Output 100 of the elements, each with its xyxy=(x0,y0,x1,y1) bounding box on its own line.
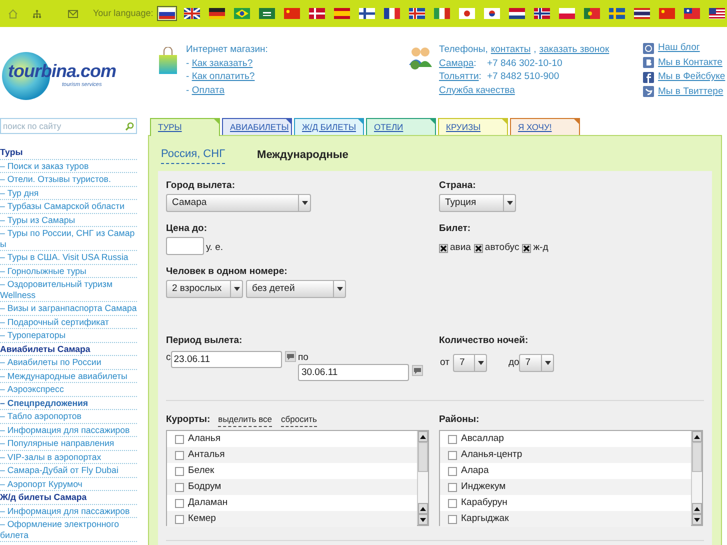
menu-link[interactable]: – Отели. Отзывы туристов. xyxy=(0,173,137,186)
city-link[interactable]: Тольятти xyxy=(439,70,479,84)
checkbox[interactable] xyxy=(175,434,184,444)
date-field[interactable]: 30.06.11 xyxy=(298,364,410,381)
menu-heading[interactable]: Ж/д билеты Самара xyxy=(0,491,137,504)
checkbox[interactable] xyxy=(448,450,457,460)
tab[interactable]: КРУИЗЫ xyxy=(438,118,508,135)
menu-link[interactable]: – Турбазы Самарской области xyxy=(0,200,137,214)
price-field[interactable] xyxy=(166,237,204,255)
scrollbar[interactable] xyxy=(691,431,702,525)
tab[interactable]: Я ХОЧУ! xyxy=(510,118,580,135)
flag-icon[interactable] xyxy=(207,6,227,21)
flag-icon[interactable] xyxy=(307,6,327,21)
flag-icon[interactable] xyxy=(632,6,652,21)
menu-heading[interactable]: Туры xyxy=(0,146,137,160)
subtab[interactable]: Россия, СНГ xyxy=(161,146,226,164)
up-arrow-icon[interactable] xyxy=(694,434,700,438)
checkbox[interactable] xyxy=(448,482,457,492)
checkbox[interactable] xyxy=(448,466,457,476)
dropdown[interactable]: Турция xyxy=(439,194,516,212)
checkbox[interactable] xyxy=(439,244,448,253)
menu-link[interactable]: – Горнолыжные туры xyxy=(0,264,137,278)
checkbox[interactable] xyxy=(474,244,483,253)
flag-icon[interactable] xyxy=(707,6,727,21)
down-arrow-icon[interactable] xyxy=(694,518,700,522)
select-all-link[interactable]: выделить все xyxy=(218,413,272,427)
menu-link[interactable]: – Аэроэкспресс xyxy=(0,383,137,396)
city-link[interactable]: Самара xyxy=(439,56,474,70)
tab[interactable]: АВИАБИЛЕТЫ xyxy=(222,118,292,135)
checkbox[interactable] xyxy=(175,514,184,524)
facebook-icon[interactable] xyxy=(643,72,654,83)
menu-link[interactable]: – Визы и загранпаспорта Самара xyxy=(0,302,137,316)
flag-icon[interactable] xyxy=(182,6,202,21)
dropdown[interactable]: 7 xyxy=(453,354,488,372)
social-link[interactable]: Мы в Контакте xyxy=(658,56,722,70)
mail-icon[interactable] xyxy=(68,10,78,18)
sitemap-icon[interactable] xyxy=(32,8,42,18)
dropdown[interactable]: без детей xyxy=(246,280,346,298)
menu-link[interactable]: – Информация для пассажиров xyxy=(0,424,137,437)
flag-icon[interactable] xyxy=(482,6,502,21)
contacts-link[interactable]: контакты xyxy=(490,43,531,57)
tab[interactable]: Ж/Д БИЛЕТЫ xyxy=(294,118,364,135)
flag-icon[interactable] xyxy=(232,6,252,21)
checkbox[interactable] xyxy=(175,466,184,476)
dropdown[interactable]: 2 взрослых xyxy=(166,280,243,298)
menu-link[interactable]: – Информация для пассажиров xyxy=(0,504,137,518)
menu-link[interactable]: – Популярные направления xyxy=(0,437,137,450)
flag-icon[interactable] xyxy=(157,6,177,21)
checkbox[interactable] xyxy=(448,514,457,524)
menu-link[interactable]: – Табло аэропортов xyxy=(0,410,137,424)
menu-link[interactable]: – Тур дня xyxy=(0,186,137,200)
dropdown[interactable]: Самара xyxy=(166,194,311,212)
up-arrow-icon[interactable] xyxy=(420,506,426,510)
date-field[interactable]: 23.06.11 xyxy=(170,351,282,368)
scrollbar[interactable] xyxy=(417,431,428,525)
vk-icon[interactable] xyxy=(643,57,654,68)
menu-link[interactable]: – Спецпредложения xyxy=(0,396,137,410)
checkbox[interactable] xyxy=(522,244,532,253)
search-icon[interactable] xyxy=(125,122,134,130)
checkbox[interactable] xyxy=(448,434,457,444)
tab[interactable]: ТУРЫ xyxy=(150,118,220,136)
menu-link[interactable]: – Оздоровительный туризм Wellness xyxy=(0,278,137,302)
social-link[interactable]: Мы в Твиттере xyxy=(658,84,724,99)
quality-link[interactable]: Служба качества xyxy=(439,84,515,98)
checkbox[interactable] xyxy=(175,482,184,492)
menu-link[interactable]: – Туроператоры xyxy=(0,329,137,342)
calendar-button[interactable] xyxy=(284,351,296,362)
menu-link[interactable]: – Оформление электронного билета xyxy=(0,518,137,542)
up-arrow-icon[interactable] xyxy=(694,506,700,510)
flag-icon[interactable] xyxy=(357,6,377,21)
calendar-button[interactable] xyxy=(412,365,424,376)
checkbox[interactable] xyxy=(175,498,184,508)
shop-link[interactable]: Как оплатить? xyxy=(192,70,255,84)
flag-icon[interactable] xyxy=(407,6,427,21)
dropdown[interactable]: 7 xyxy=(519,354,554,372)
flag-icon[interactable] xyxy=(532,6,552,21)
menu-link[interactable]: – Международные авиабилеты xyxy=(0,370,137,383)
menu-link[interactable]: – Самара-Дубай от Fly Dubai xyxy=(0,464,137,478)
contacts-link[interactable]: заказать звонок xyxy=(539,43,610,57)
checkbox[interactable] xyxy=(175,450,184,460)
reset-link[interactable]: сбросить xyxy=(281,413,317,427)
menu-heading[interactable]: Авиабилеты Самара xyxy=(0,342,137,356)
menu-link[interactable]: – Авиабилеты по России xyxy=(0,356,137,370)
down-arrow-icon[interactable] xyxy=(420,518,426,522)
search-field[interactable]: поиск по сайту xyxy=(0,118,137,134)
up-arrow-icon[interactable] xyxy=(420,434,426,438)
flag-icon[interactable] xyxy=(257,6,277,21)
blog-icon[interactable] xyxy=(643,42,654,54)
flag-icon[interactable] xyxy=(382,6,402,21)
menu-link[interactable]: – Подарочный сертификат xyxy=(0,316,137,329)
checkbox[interactable] xyxy=(448,498,457,508)
menu-link[interactable]: – Поиск и заказ туров xyxy=(0,160,137,173)
menu-link[interactable]: – Аэропорт Курумоч xyxy=(0,478,137,491)
shop-link[interactable]: Оплата xyxy=(192,84,224,98)
flag-icon[interactable] xyxy=(682,6,702,21)
menu-link[interactable]: – Туры по России, СНГ из Самар ы xyxy=(0,227,137,251)
social-link[interactable]: Мы в Фейсбуке xyxy=(658,70,726,84)
shop-link[interactable]: Как заказать? xyxy=(192,56,253,70)
subtab[interactable]: Международные xyxy=(257,146,348,164)
bird-icon[interactable] xyxy=(643,86,654,98)
